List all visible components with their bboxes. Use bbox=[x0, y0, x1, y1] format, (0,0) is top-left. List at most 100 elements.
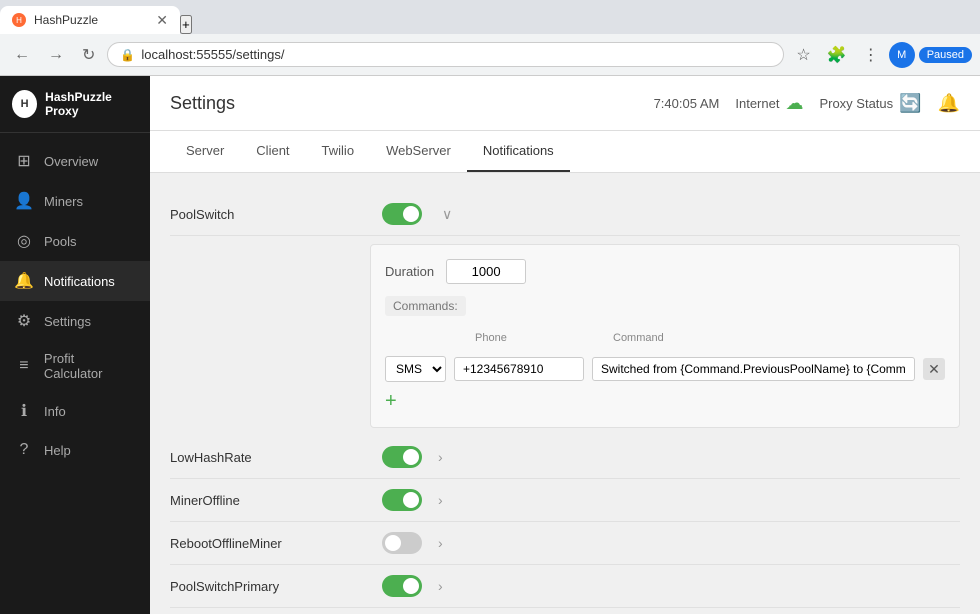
bell-icon[interactable]: 🔔 bbox=[938, 93, 960, 114]
tab-close-button[interactable]: ✕ bbox=[156, 12, 168, 29]
notifications-icon: 🔔 bbox=[14, 271, 34, 291]
toggle-mineroffline[interactable] bbox=[382, 489, 422, 511]
sidebar-item-settings-label: Settings bbox=[44, 314, 91, 329]
sidebar-item-pools[interactable]: ◎ Pools bbox=[0, 221, 150, 261]
address-text: localhost:55555/settings/ bbox=[141, 47, 771, 62]
sidebar-item-overview[interactable]: ⊞ Overview bbox=[0, 141, 150, 181]
expand-icon[interactable]: › bbox=[438, 535, 443, 551]
tab-twilio[interactable]: Twilio bbox=[306, 131, 371, 172]
notification-row-incomingreconnect: IncomingReconnect› bbox=[170, 608, 960, 614]
miners-icon: 👤 bbox=[14, 191, 34, 211]
topbar-right: 7:40:05 AM Internet ☁ Proxy Status 🔄 🔔 bbox=[654, 93, 960, 114]
expand-icon[interactable]: › bbox=[438, 578, 443, 594]
duration-label: Duration bbox=[385, 264, 434, 279]
refresh-button[interactable]: ↻ bbox=[76, 41, 101, 69]
sidebar-item-settings[interactable]: ⚙ Settings bbox=[0, 301, 150, 341]
notification-label: MinerOffline bbox=[170, 493, 370, 508]
app-container: H HashPuzzle Proxy ⊞ Overview 👤 Miners ◎… bbox=[0, 76, 980, 614]
notification-row-mineroffline: MinerOffline › bbox=[170, 479, 960, 522]
brand-icon: H bbox=[12, 90, 37, 118]
info-icon: ℹ bbox=[14, 401, 34, 421]
tab-title: HashPuzzle bbox=[34, 13, 98, 27]
notification-label: PoolSwitchPrimary bbox=[170, 579, 370, 594]
settings-tabs: Server Client Twilio WebServer Notificat… bbox=[150, 131, 980, 173]
browser-chrome: H HashPuzzle ✕ + ← → ↻ 🔒 localhost:55555… bbox=[0, 0, 980, 76]
overview-icon: ⊞ bbox=[14, 151, 34, 171]
brand-text: HashPuzzle Proxy bbox=[45, 90, 138, 118]
sidebar-item-notifications-label: Notifications bbox=[44, 274, 115, 289]
pool-switch-row: PoolSwitch ∨ bbox=[170, 193, 960, 236]
tab-favicon: H bbox=[12, 13, 26, 27]
toggle-slider bbox=[382, 446, 422, 468]
tab-webserver[interactable]: WebServer bbox=[370, 131, 467, 172]
extensions-button[interactable]: 🧩 bbox=[821, 41, 853, 69]
tab-notifications[interactable]: Notifications bbox=[467, 131, 570, 172]
internet-icon: ☁ bbox=[785, 93, 803, 114]
help-icon: ? bbox=[14, 441, 34, 459]
sidebar-item-miners[interactable]: 👤 Miners bbox=[0, 181, 150, 221]
main-content: Settings 7:40:05 AM Internet ☁ Proxy Sta… bbox=[150, 76, 980, 614]
add-sms-button[interactable]: + bbox=[385, 390, 945, 413]
page-title: Settings bbox=[170, 93, 654, 114]
toggle-lowhashrate[interactable] bbox=[382, 446, 422, 468]
sidebar-brand: H HashPuzzle Proxy bbox=[0, 76, 150, 133]
menu-button[interactable]: ⋮ bbox=[857, 41, 885, 69]
pool-switch-label: PoolSwitch bbox=[170, 207, 370, 222]
notification-label: LowHashRate bbox=[170, 450, 370, 465]
tab-server[interactable]: Server bbox=[170, 131, 240, 172]
sidebar-item-notifications[interactable]: 🔔 Notifications bbox=[0, 261, 150, 301]
sms-remove-button[interactable]: ✕ bbox=[923, 358, 945, 380]
notification-row-lowhashrate: LowHashRate › bbox=[170, 436, 960, 479]
sidebar-item-overview-label: Overview bbox=[44, 154, 98, 169]
proxy-status: Proxy Status 🔄 bbox=[819, 93, 921, 114]
sidebar-item-miners-label: Miners bbox=[44, 194, 83, 209]
duration-row: Duration bbox=[385, 259, 945, 284]
settings-content-area: PoolSwitch ∨ Duration Commands: bbox=[150, 173, 980, 614]
sidebar-item-help[interactable]: ? Help bbox=[0, 431, 150, 469]
topbar-time: 7:40:05 AM bbox=[654, 96, 720, 111]
profit-icon: ≡ bbox=[14, 357, 34, 375]
browser-tabs: H HashPuzzle ✕ + bbox=[0, 0, 980, 34]
topbar: Settings 7:40:05 AM Internet ☁ Proxy Sta… bbox=[150, 76, 980, 131]
expand-icon[interactable]: › bbox=[438, 492, 443, 508]
toggle-poolswitchprimary[interactable] bbox=[382, 575, 422, 597]
sidebar-item-info-label: Info bbox=[44, 404, 66, 419]
sms-command-input[interactable] bbox=[592, 357, 915, 381]
sidebar: H HashPuzzle Proxy ⊞ Overview 👤 Miners ◎… bbox=[0, 76, 150, 614]
browser-toolbar: ← → ↻ 🔒 localhost:55555/settings/ ☆ 🧩 ⋮ … bbox=[0, 34, 980, 76]
browser-tab[interactable]: H HashPuzzle ✕ bbox=[0, 6, 180, 34]
sidebar-item-pools-label: Pools bbox=[44, 234, 77, 249]
forward-button[interactable]: → bbox=[42, 42, 70, 68]
sms-type-select[interactable]: SMS bbox=[385, 356, 446, 382]
sidebar-item-profit-calculator[interactable]: ≡ Profit Calculator bbox=[0, 341, 150, 391]
sms-phone-input[interactable] bbox=[454, 357, 584, 381]
command-col-header: Command bbox=[613, 332, 945, 344]
address-bar[interactable]: 🔒 localhost:55555/settings/ bbox=[107, 42, 784, 67]
pool-switch-expanded: Duration Commands: Phone Command SMS bbox=[370, 244, 960, 428]
duration-input[interactable] bbox=[446, 259, 526, 284]
sidebar-item-info[interactable]: ℹ Info bbox=[0, 391, 150, 431]
new-tab-button[interactable]: + bbox=[180, 15, 192, 34]
toggle-slider bbox=[382, 575, 422, 597]
settings-icon: ⚙ bbox=[14, 311, 34, 331]
pool-switch-toggle[interactable] bbox=[382, 203, 422, 225]
toggle-rebootofflineminer[interactable] bbox=[382, 532, 422, 554]
proxy-sync-icon: 🔄 bbox=[899, 93, 921, 114]
tab-client[interactable]: Client bbox=[240, 131, 305, 172]
notification-row-poolswitchprimary: PoolSwitchPrimary › bbox=[170, 565, 960, 608]
notification-label: RebootOfflineMiner bbox=[170, 536, 370, 551]
pool-switch-expand-icon[interactable]: ∨ bbox=[442, 206, 452, 223]
notification-rows: LowHashRate›MinerOffline›RebootOfflineMi… bbox=[170, 436, 960, 614]
notification-row-rebootofflineminer: RebootOfflineMiner › bbox=[170, 522, 960, 565]
pool-switch-slider bbox=[382, 203, 422, 225]
internet-label: Internet bbox=[735, 96, 779, 111]
expand-icon[interactable]: › bbox=[438, 449, 443, 465]
proxy-status-label: Proxy Status bbox=[819, 96, 893, 111]
address-lock-icon: 🔒 bbox=[120, 48, 135, 62]
back-button[interactable]: ← bbox=[8, 42, 36, 68]
sms-entry-row: SMS ✕ bbox=[385, 356, 945, 382]
sms-col-headers: Phone Command bbox=[385, 332, 945, 348]
profile-button[interactable]: M bbox=[889, 42, 915, 68]
bookmarks-button[interactable]: ☆ bbox=[790, 41, 816, 69]
internet-status: Internet ☁ bbox=[735, 93, 803, 114]
